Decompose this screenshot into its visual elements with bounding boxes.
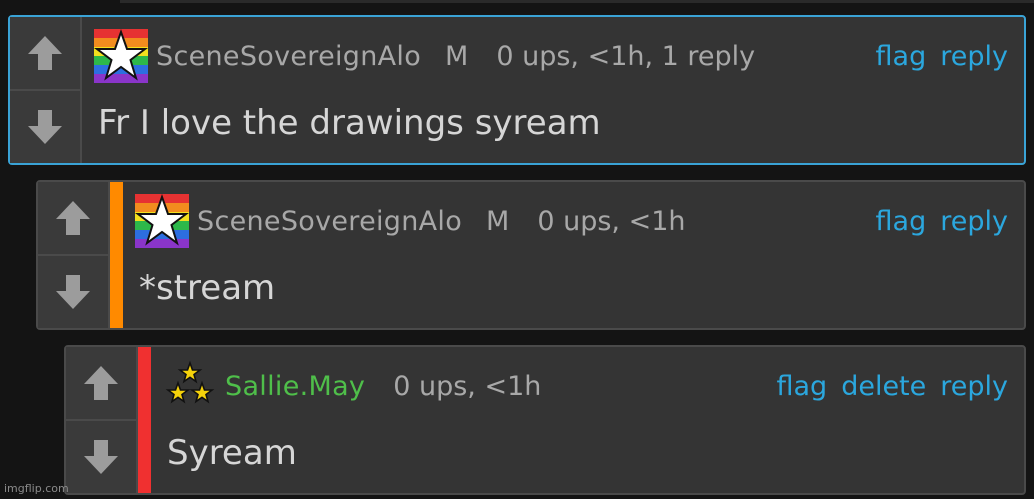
username[interactable]: Sallie.May: [225, 371, 365, 402]
comment-body: SceneSovereignAlo M 0 ups, <1h flag repl…: [123, 182, 1024, 328]
arrow-up-icon: [28, 36, 62, 70]
upvote-button[interactable]: [10, 17, 80, 89]
downvote-button[interactable]: [38, 254, 108, 328]
upvote-button[interactable]: [38, 182, 108, 254]
flag-link[interactable]: flag: [776, 371, 827, 402]
arrow-down-icon: [84, 440, 118, 474]
comment-2: SceneSovereignAlo M 0 ups, <1h flag repl…: [36, 180, 1026, 330]
comment-actions: flag reply: [876, 41, 1008, 72]
arrow-down-icon: [56, 275, 90, 309]
rainbow-star-icon: [135, 194, 189, 248]
comment-text: *stream: [139, 268, 276, 308]
mod-indicator: M: [486, 205, 510, 237]
comment-1: SceneSovereignAlo M 0 ups, <1h, 1 reply …: [8, 15, 1026, 165]
arrow-up-icon: [56, 201, 90, 235]
comment-actions: flag reply: [876, 206, 1008, 237]
arrow-up-icon: [84, 366, 118, 400]
arrow-down-icon: [28, 110, 62, 144]
username[interactable]: SceneSovereignAlo: [156, 41, 421, 72]
comment-text: Syream: [167, 433, 297, 473]
comment-stats: 0 ups, <1h: [393, 370, 542, 402]
comment-body: SceneSovereignAlo M 0 ups, <1h, 1 reply …: [82, 17, 1024, 163]
flag-link[interactable]: flag: [876, 206, 927, 237]
comment-body: Sallie.May 0 ups, <1h flag delete reply …: [151, 347, 1024, 493]
comment-meta: Sallie.May 0 ups, <1h flag delete reply: [163, 355, 1008, 417]
vote-controls: [10, 17, 82, 163]
reply-link[interactable]: reply: [940, 371, 1008, 402]
reply-depth-bar: [138, 347, 151, 493]
comment-thread-page: SceneSovereignAlo M 0 ups, <1h, 1 reply …: [0, 0, 1034, 499]
reply-link[interactable]: reply: [940, 206, 1008, 237]
comment-3: Sallie.May 0 ups, <1h flag delete reply …: [64, 345, 1026, 495]
vote-controls: [66, 347, 138, 493]
comment-meta: SceneSovereignAlo M 0 ups, <1h flag repl…: [135, 190, 1008, 252]
flag-link[interactable]: flag: [876, 41, 927, 72]
vote-controls: [38, 182, 110, 328]
delete-link[interactable]: delete: [841, 371, 926, 402]
reply-depth-bar: [110, 182, 123, 328]
downvote-button[interactable]: [66, 419, 136, 493]
comment-stats: 0 ups, <1h: [537, 205, 686, 237]
mod-indicator: M: [445, 40, 469, 72]
comment-stats: 0 ups, <1h, 1 reply: [496, 40, 756, 72]
comment-meta: SceneSovereignAlo M 0 ups, <1h, 1 reply …: [94, 25, 1008, 87]
rainbow-star-icon: [94, 29, 148, 83]
comment-text: Fr I love the drawings syream: [98, 103, 601, 143]
downvote-button[interactable]: [10, 89, 80, 163]
watermark: imgflip.com: [4, 482, 69, 495]
reply-link[interactable]: reply: [940, 41, 1008, 72]
upvote-button[interactable]: [66, 347, 136, 419]
username[interactable]: SceneSovereignAlo: [197, 206, 462, 237]
previous-comment-edge: [120, 0, 1034, 3]
comment-actions: flag delete reply: [776, 371, 1008, 402]
three-stars-icon: [165, 360, 215, 404]
